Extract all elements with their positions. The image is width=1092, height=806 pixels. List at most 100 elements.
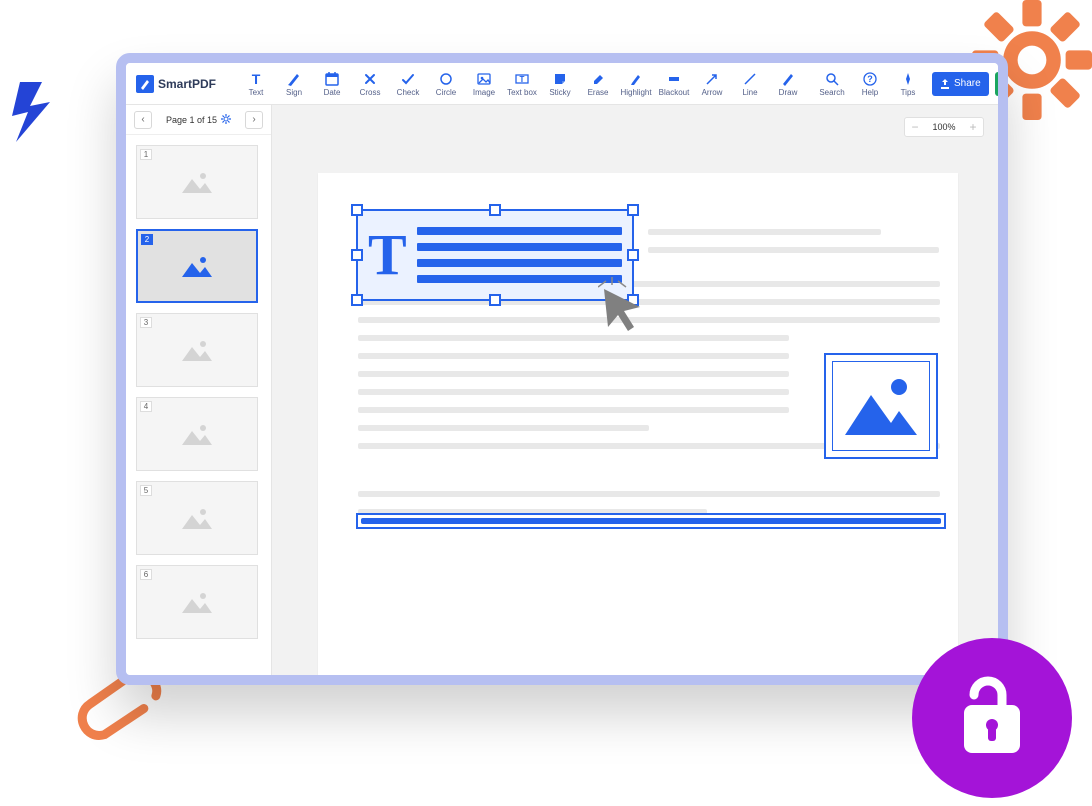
share-label: Share: [954, 78, 981, 89]
circle-icon: [439, 71, 453, 87]
tool-line[interactable]: Line: [732, 67, 768, 101]
thumbnail-1[interactable]: 1: [136, 145, 258, 219]
document-page[interactable]: T: [318, 173, 958, 685]
svg-text:T: T: [252, 72, 261, 86]
brand-name: SmartPDF: [158, 77, 216, 91]
draw-icon: [781, 71, 795, 87]
tool-label: Blackout: [659, 88, 690, 97]
tool-date[interactable]: Date: [314, 67, 350, 101]
tool-label: Date: [324, 88, 341, 97]
image-icon: [477, 71, 491, 87]
tool-label: Text: [249, 88, 264, 97]
tool-highlight[interactable]: Highlight: [618, 67, 654, 101]
tool-draw[interactable]: Draw: [770, 67, 806, 101]
tool-textbox[interactable]: T Text box: [504, 67, 540, 101]
tool-cross[interactable]: Cross: [352, 67, 388, 101]
resize-handle-tr[interactable]: [627, 204, 639, 216]
resize-handle-ml[interactable]: [351, 249, 363, 261]
tool-sign[interactable]: Sign: [276, 67, 312, 101]
highlight-bar[interactable]: [356, 513, 946, 529]
next-page-button[interactable]: ›: [245, 111, 263, 129]
svg-text:?: ?: [867, 74, 873, 84]
thumbnail-4[interactable]: 4: [136, 397, 258, 471]
text-icon: T: [249, 71, 263, 87]
tool-label: Text box: [507, 88, 537, 97]
app-window: SmartPDF T Text Sign Date Cross Check Circle Im…: [116, 53, 1008, 685]
download-icon: [1003, 79, 1008, 89]
thumb-page-number: 4: [140, 401, 152, 412]
tool-check[interactable]: Check: [390, 67, 426, 101]
brand-icon: [136, 75, 154, 93]
svg-text:T: T: [520, 75, 525, 84]
sidebar: ‹ Page 1 of 15 › 1 2 3 4 5 6: [126, 105, 272, 675]
cursor-indicator: [598, 277, 658, 342]
thumbnail-3[interactable]: 3: [136, 313, 258, 387]
tool-label: Draw: [779, 88, 798, 97]
selected-textbox[interactable]: T: [356, 209, 634, 301]
thumbnail-2[interactable]: 2: [136, 229, 258, 303]
zoom-in-button[interactable]: +: [965, 120, 981, 134]
toolbar: SmartPDF T Text Sign Date Cross Check Circle Im…: [126, 63, 998, 105]
utility-tips[interactable]: Tips: [890, 67, 926, 101]
tool-label: Image: [473, 88, 495, 97]
prev-page-button[interactable]: ‹: [134, 111, 152, 129]
resize-handle-bl[interactable]: [351, 294, 363, 306]
utilities-row: Search? Help Tips: [814, 67, 926, 101]
utility-help[interactable]: ? Help: [852, 67, 888, 101]
sticky-icon: [553, 71, 567, 87]
brand: SmartPDF: [136, 75, 216, 93]
tool-label: Cross: [360, 88, 381, 97]
thumb-page-number: 2: [141, 234, 153, 245]
tools-row: T Text Sign Date Cross Check Circle Image T Text …: [238, 67, 806, 101]
erase-icon: [591, 71, 605, 87]
tool-label: Sticky: [549, 88, 570, 97]
resize-handle-mr[interactable]: [627, 249, 639, 261]
sidebar-header: ‹ Page 1 of 15 ›: [126, 105, 271, 135]
tool-label: Circle: [436, 88, 456, 97]
blackout-icon: [667, 71, 681, 87]
tips-icon: [901, 71, 915, 87]
tool-blackout[interactable]: Blackout: [656, 67, 692, 101]
zoom-out-button[interactable]: −: [907, 120, 923, 134]
resize-handle-tl[interactable]: [351, 204, 363, 216]
check-icon: [401, 71, 415, 87]
tool-circle[interactable]: Circle: [428, 67, 464, 101]
tool-label: Tips: [901, 88, 916, 97]
utility-search[interactable]: Search: [814, 67, 850, 101]
sign-icon: [287, 71, 301, 87]
tool-label: Help: [862, 88, 878, 97]
download-button[interactable]: Download pdf: [995, 72, 1008, 96]
tool-image[interactable]: Image: [466, 67, 502, 101]
textbox-lines: [417, 227, 622, 283]
share-icon: [940, 79, 950, 89]
textbox-icon: T: [515, 71, 529, 87]
search-icon: [825, 71, 839, 87]
page-label: Page 1 of 15: [166, 115, 217, 125]
tool-label: Erase: [588, 88, 609, 97]
decoration-paperclip: [75, 666, 165, 806]
image-icon: [841, 371, 921, 441]
zoom-value: 100%: [932, 122, 955, 132]
arrow-icon: [705, 71, 719, 87]
date-icon: [325, 71, 339, 87]
share-button[interactable]: Share: [932, 72, 989, 96]
help-icon: ?: [863, 71, 877, 87]
thumb-page-number: 6: [140, 569, 152, 580]
thumbnail-5[interactable]: 5: [136, 481, 258, 555]
thumb-page-number: 5: [140, 485, 152, 496]
thumbnail-6[interactable]: 6: [136, 565, 258, 639]
tool-arrow[interactable]: Arrow: [694, 67, 730, 101]
tool-label: Line: [742, 88, 757, 97]
tool-text[interactable]: T Text: [238, 67, 274, 101]
tool-label: Arrow: [702, 88, 723, 97]
decoration-bolt: [12, 82, 58, 142]
tool-erase[interactable]: Erase: [580, 67, 616, 101]
resize-handle-tm[interactable]: [489, 204, 501, 216]
tool-sticky[interactable]: Sticky: [542, 67, 578, 101]
image-frame[interactable]: [824, 353, 938, 459]
highlight-icon: [629, 71, 643, 87]
resize-handle-bm[interactable]: [489, 294, 501, 306]
page-info: Page 1 of 15: [166, 114, 231, 126]
settings-icon[interactable]: [221, 114, 231, 126]
canvas-area: − 100% + T: [272, 105, 998, 675]
